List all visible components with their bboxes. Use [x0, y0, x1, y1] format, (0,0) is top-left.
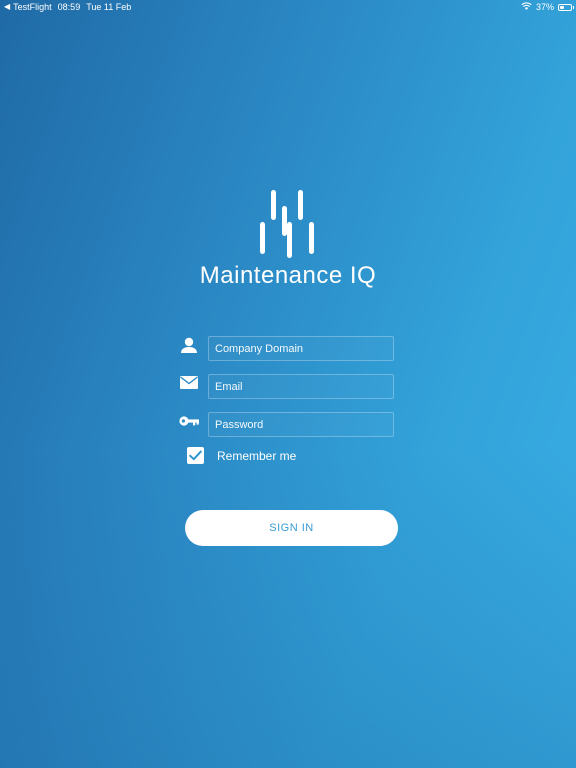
maintenance-iq-logo — [260, 190, 314, 258]
sign-in-button[interactable]: SIGN IN — [185, 510, 398, 546]
remember-me-toggle[interactable]: Remember me — [187, 447, 296, 464]
battery-level-fill — [560, 5, 564, 9]
battery-percent: 37% — [535, 2, 554, 12]
email-field[interactable] — [208, 374, 394, 399]
email-row — [178, 374, 394, 399]
status-time: 08:59 — [57, 2, 81, 12]
remember-me-checkbox[interactable] — [187, 447, 204, 464]
status-date: Tue 11 Feb — [86, 2, 132, 12]
company-domain-field[interactable] — [208, 336, 394, 361]
status-left: ◀ TestFlight 08:59 Tue 11 Feb — [4, 0, 131, 14]
back-arrow-icon: ◀ — [4, 2, 11, 11]
wifi-icon — [521, 0, 532, 14]
checkmark-icon — [189, 450, 202, 461]
password-row — [178, 412, 394, 437]
back-app-label: TestFlight — [13, 2, 52, 12]
app-title: Maintenance IQ — [199, 262, 377, 289]
back-to-app-link[interactable]: ◀ TestFlight — [4, 0, 52, 14]
status-bar: ◀ TestFlight 08:59 Tue 11 Feb 37% — [0, 0, 576, 14]
password-field[interactable] — [208, 412, 394, 437]
status-right: 37% — [521, 0, 574, 14]
user-icon — [178, 336, 200, 356]
remember-me-label: Remember me — [217, 448, 297, 463]
battery-icon — [558, 3, 574, 11]
company-domain-row — [178, 336, 394, 361]
envelope-icon — [178, 374, 200, 394]
login-screen: ◀ TestFlight 08:59 Tue 11 Feb 37% Mainte… — [0, 0, 576, 768]
key-icon — [178, 412, 200, 432]
